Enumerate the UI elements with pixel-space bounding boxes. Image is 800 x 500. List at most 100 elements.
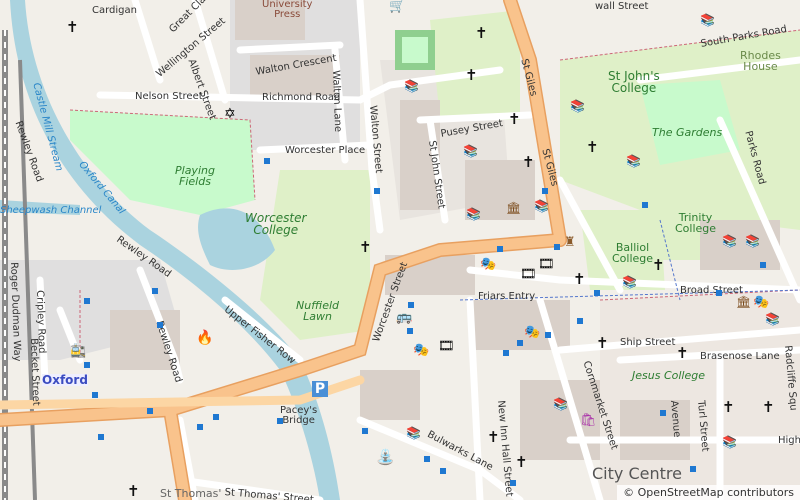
fountain-icon[interactable]: ⛲ bbox=[376, 450, 395, 465]
bus-stop[interactable] bbox=[760, 262, 766, 268]
bus-stop[interactable] bbox=[98, 434, 104, 440]
church-icon[interactable]: ✝ bbox=[359, 240, 372, 255]
street-label-roger-dudman-way: Roger Dudman Way bbox=[8, 261, 23, 362]
library-icon[interactable]: 📚 bbox=[570, 100, 585, 112]
street-label-paceys-bridge: Pacey's Bridge bbox=[280, 405, 318, 426]
church-icon[interactable]: ✝ bbox=[762, 400, 775, 415]
place-label-worcester-college: Worcester College bbox=[245, 211, 307, 237]
cinema-icon[interactable]: 🎞 bbox=[438, 340, 455, 353]
map-attribution[interactable]: © OpenStreetMap contributors bbox=[617, 485, 800, 500]
bus-stop[interactable] bbox=[152, 288, 158, 294]
bus-stop[interactable] bbox=[690, 466, 696, 472]
church-icon[interactable]: ✝ bbox=[676, 346, 689, 361]
church-icon[interactable]: ✝ bbox=[722, 400, 735, 415]
bus-stop[interactable] bbox=[716, 290, 722, 296]
bus-stop[interactable] bbox=[510, 480, 516, 486]
library-icon[interactable]: 📚 bbox=[722, 436, 737, 448]
bus-stop[interactable] bbox=[374, 188, 380, 194]
bus-stop[interactable] bbox=[554, 244, 560, 250]
bus-stop[interactable] bbox=[594, 290, 600, 296]
theatre-icon[interactable]: 🎭 bbox=[753, 296, 769, 309]
synagogue-icon[interactable]: ✡ bbox=[224, 107, 236, 121]
library-icon[interactable]: 📚 bbox=[534, 200, 549, 212]
place-label-st-thomas: St Thomas' bbox=[160, 487, 222, 500]
church-icon[interactable]: ✝ bbox=[66, 20, 79, 35]
bus-stop[interactable] bbox=[362, 428, 368, 434]
library-icon[interactable]: 📚 bbox=[553, 398, 568, 410]
street-label-avenue: Avenue bbox=[668, 399, 683, 438]
bus-stop[interactable] bbox=[424, 456, 430, 462]
theatre-icon[interactable]: 🎭 bbox=[413, 344, 429, 357]
place-label-the-gardens: The Gardens bbox=[652, 126, 723, 139]
bus-stop[interactable] bbox=[503, 350, 509, 356]
street-label-becket-street: Becket Street bbox=[28, 337, 42, 406]
church-icon[interactable]: ✝ bbox=[465, 68, 478, 83]
bus-station-icon[interactable]: 🚌 bbox=[396, 311, 412, 324]
library-icon[interactable]: 📚 bbox=[622, 276, 637, 288]
fire-station-icon[interactable]: 🔥 bbox=[196, 331, 213, 345]
church-icon[interactable]: ✝ bbox=[522, 155, 535, 170]
monument-icon[interactable]: ♜ bbox=[564, 236, 576, 249]
bus-stop[interactable] bbox=[407, 328, 413, 334]
street-label-cardigan: Cardigan bbox=[92, 5, 137, 16]
church-icon[interactable]: ✝ bbox=[127, 484, 140, 499]
parking-icon[interactable]: P bbox=[312, 381, 328, 397]
museum-icon[interactable]: 🏛 bbox=[506, 202, 521, 214]
bus-stop[interactable] bbox=[147, 408, 153, 414]
library-icon[interactable]: 📚 bbox=[406, 427, 421, 439]
cinema-icon[interactable]: 🎞 bbox=[520, 268, 537, 281]
bus-stop[interactable] bbox=[197, 424, 203, 430]
church-icon[interactable]: ✝ bbox=[652, 258, 665, 273]
gift-shop-icon[interactable]: 🛍 bbox=[580, 414, 597, 427]
bus-stop[interactable] bbox=[277, 418, 283, 424]
library-icon[interactable]: 📚 bbox=[463, 145, 478, 157]
place-label-rhodes-house: Rhodes House bbox=[740, 49, 781, 73]
bus-stop[interactable] bbox=[157, 322, 163, 328]
church-icon[interactable]: ✝ bbox=[508, 112, 521, 127]
street-label-high: High bbox=[778, 435, 800, 446]
place-label-balliol-college: Balliol College bbox=[612, 241, 654, 265]
street-label-brasenose-lane: Brasenose Lane bbox=[700, 351, 780, 362]
library-icon[interactable]: 📚 bbox=[745, 235, 760, 247]
church-icon[interactable]: ✝ bbox=[573, 272, 586, 287]
bus-stop[interactable] bbox=[642, 202, 648, 208]
place-label-jesus-college: Jesus College bbox=[632, 369, 705, 382]
library-icon[interactable]: 📚 bbox=[466, 208, 481, 220]
church-icon[interactable]: ✝ bbox=[475, 26, 488, 41]
cinema-icon[interactable]: 🎞 bbox=[538, 258, 555, 271]
library-icon[interactable]: 📚 bbox=[626, 155, 641, 167]
church-icon[interactable]: ✝ bbox=[515, 455, 528, 470]
theatre-icon[interactable]: 🎭 bbox=[480, 258, 496, 271]
shopping-cart-icon[interactable]: 🛒 bbox=[389, 0, 405, 13]
bus-stop[interactable] bbox=[92, 392, 98, 398]
bus-stop[interactable] bbox=[264, 158, 270, 164]
bus-stop[interactable] bbox=[84, 298, 90, 304]
bus-stop[interactable] bbox=[545, 332, 551, 338]
church-icon[interactable]: ✝ bbox=[586, 140, 599, 155]
bus-stop[interactable] bbox=[497, 246, 503, 252]
train-station-icon[interactable]: 🚉 bbox=[70, 345, 86, 358]
bus-stop[interactable] bbox=[408, 302, 414, 308]
church-icon[interactable]: ✝ bbox=[487, 430, 500, 445]
library-icon[interactable]: 📚 bbox=[404, 80, 419, 92]
place-label-st-johns-college: St John's College bbox=[608, 69, 660, 95]
museum-icon[interactable]: 🏛 bbox=[736, 296, 751, 308]
bus-stop[interactable] bbox=[660, 410, 666, 416]
map-canvas[interactable]: St Giles St Giles Walton Street Walton L… bbox=[0, 0, 800, 500]
bus-stop[interactable] bbox=[542, 188, 548, 194]
library-icon[interactable]: 📚 bbox=[722, 235, 737, 247]
church-icon[interactable]: ✝ bbox=[596, 336, 609, 351]
street-label-worcester-place: Worcester Place bbox=[285, 145, 366, 156]
place-label-trinity-college: Trinity College bbox=[675, 211, 717, 235]
theatre-icon[interactable]: 🎭 bbox=[524, 326, 540, 339]
bus-stop[interactable] bbox=[577, 318, 583, 324]
street-label-nelson-street: Nelson Street bbox=[135, 91, 203, 102]
library-icon[interactable]: 📚 bbox=[700, 14, 715, 26]
library-icon[interactable]: 📚 bbox=[765, 313, 780, 325]
bus-stop[interactable] bbox=[440, 468, 446, 474]
water-label-sheepwash-channel: Sheepwash Channel bbox=[0, 205, 102, 216]
bus-stop[interactable] bbox=[517, 340, 523, 346]
bus-stop[interactable] bbox=[213, 414, 219, 420]
bus-stop[interactable] bbox=[84, 362, 90, 368]
street-label-friars-entry: Friars Entry bbox=[478, 291, 536, 302]
